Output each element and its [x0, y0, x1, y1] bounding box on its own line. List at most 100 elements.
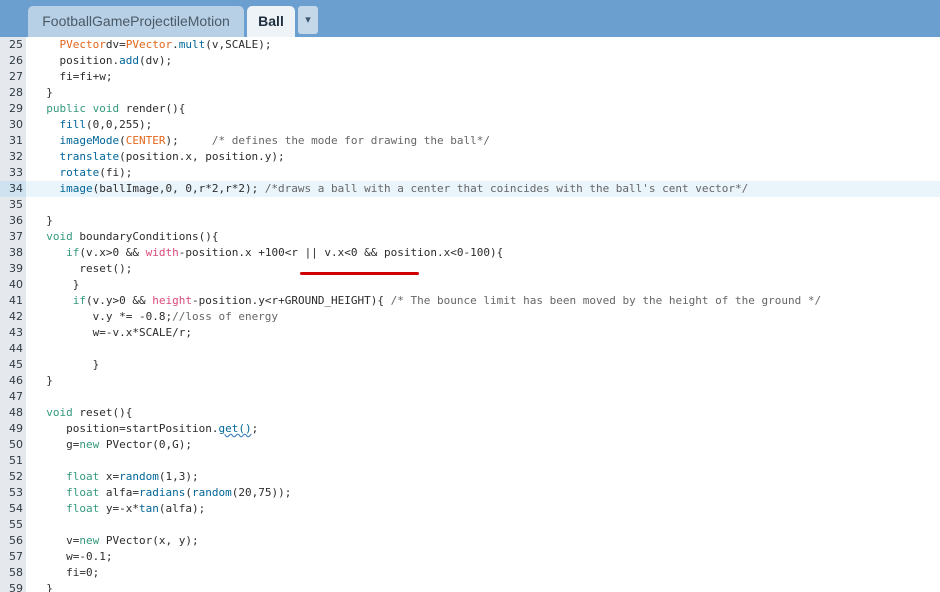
code-line[interactable]: 59 }: [0, 581, 940, 592]
code-line[interactable]: 55: [0, 517, 940, 533]
code-token: }: [46, 374, 53, 387]
code-line[interactable]: 33 rotate(fi);: [0, 165, 940, 181]
code-line[interactable]: 35: [0, 197, 940, 213]
code-line[interactable]: 53 float alfa=radians(random(20,75));: [0, 485, 940, 501]
line-number: 44: [9, 342, 23, 355]
code-token: image: [59, 182, 93, 195]
code-line[interactable]: 56 v=new PVector(x, y);: [0, 533, 940, 549]
code-token: void: [46, 230, 73, 243]
code-text: if(v.x>0 && width-position.x +100<r || v…: [33, 245, 503, 261]
line-number: 31: [9, 134, 23, 147]
code-token: float: [66, 502, 100, 515]
code-token: x=: [99, 470, 120, 483]
code-text: translate(position.x, position.y);: [33, 149, 285, 165]
code-text: w=-v.x*SCALE/r;: [33, 325, 192, 341]
code-line[interactable]: 41 if(v.y>0 && height-position.y<r+GROUN…: [0, 293, 940, 309]
code-token: random: [119, 470, 159, 483]
line-number: 35: [9, 198, 23, 211]
code-token: if: [72, 294, 86, 307]
code-token: position.: [59, 54, 120, 67]
code-line[interactable]: 47: [0, 389, 940, 405]
code-token: new: [79, 534, 100, 547]
code-token: boundaryConditions(){: [72, 230, 219, 243]
code-token: dv=: [105, 38, 126, 51]
code-text: }: [33, 277, 80, 293]
code-text: fill(0,0,255);: [33, 117, 153, 133]
code-line[interactable]: 48 void reset(){: [0, 405, 940, 421]
code-token: rotate: [59, 166, 100, 179]
code-token: PVector: [125, 38, 173, 51]
code-text: float alfa=radians(random(20,75));: [33, 485, 291, 501]
code-token: }: [72, 278, 80, 291]
code-token: (v.y>0 &&: [86, 294, 153, 307]
code-text: position.add(dv);: [33, 53, 173, 69]
code-token: void: [46, 406, 73, 419]
tab-ball[interactable]: Ball: [247, 6, 295, 37]
code-line[interactable]: 50 g=new PVector(0,G);: [0, 437, 940, 453]
code-line[interactable]: 38 if(v.x>0 && width-position.x +100<r |…: [0, 245, 940, 261]
code-line[interactable]: 36 }: [0, 213, 940, 229]
code-token: (0,0,255);: [86, 118, 153, 131]
code-line[interactable]: 25 PVectordv=PVector.mult(v,SCALE);: [0, 37, 940, 53]
code-line[interactable]: 49 position=startPosition.get();: [0, 421, 940, 437]
code-token: }: [92, 358, 100, 371]
code-token: y=-x*: [99, 502, 139, 515]
code-line[interactable]: 52 float x=random(1,3);: [0, 469, 940, 485]
code-line[interactable]: 37 void boundaryConditions(){: [0, 229, 940, 245]
code-text: v.y *= -0.8;//loss of energy: [33, 309, 278, 325]
code-token: add: [119, 54, 139, 67]
code-editor[interactable]: 25 PVectordv=PVector.mult(v,SCALE); 26 po…: [0, 37, 940, 592]
code-line[interactable]: 40 }: [0, 277, 940, 293]
code-token: render(){: [119, 102, 186, 115]
code-line[interactable]: 54 float y=-x*tan(alfa);: [0, 501, 940, 517]
tab-footballgameprojectilemotion[interactable]: FootballGameProjectileMotion: [28, 6, 244, 37]
code-line[interactable]: 31 imageMode(CENTER); /* defines the mod…: [0, 133, 940, 149]
line-number: 27: [9, 70, 23, 83]
code-line[interactable]: 26 position.add(dv);: [0, 53, 940, 69]
code-line[interactable]: 44: [0, 341, 940, 357]
code-token: //loss of energy: [172, 310, 279, 323]
code-line[interactable]: 34 image(ballImage,0, 0,r*2,r*2); /*draw…: [0, 181, 940, 197]
code-token: w=-0.1;: [66, 550, 113, 563]
code-line[interactable]: 32 translate(position.x, position.y);: [0, 149, 940, 165]
code-text: imageMode(CENTER); /* defines the mode f…: [33, 133, 491, 149]
code-line[interactable]: 28 }: [0, 85, 940, 101]
code-line[interactable]: 42 v.y *= -0.8;//loss of energy: [0, 309, 940, 325]
code-token: translate: [59, 150, 120, 163]
line-number: 43: [9, 326, 23, 339]
code-text: float x=random(1,3);: [33, 469, 199, 485]
line-number: 42: [9, 310, 23, 323]
code-line[interactable]: 51: [0, 453, 940, 469]
code-text: fi=0;: [33, 565, 99, 581]
code-token: }: [46, 86, 53, 99]
code-token: v=: [66, 534, 80, 547]
code-line[interactable]: 58 fi=0;: [0, 565, 940, 581]
tab-menu-dropdown-icon[interactable]: ▾: [298, 6, 318, 34]
code-line[interactable]: 27 fi=fi+w;: [0, 69, 940, 85]
code-token: height: [152, 294, 192, 307]
line-number: 49: [9, 422, 23, 435]
code-line[interactable]: 46 }: [0, 373, 940, 389]
tab-bar: FootballGameProjectileMotion Ball ▾: [0, 0, 940, 37]
code-token: -position.y<r+GROUND_HEIGHT){: [191, 294, 391, 307]
code-token: (v,SCALE);: [205, 38, 272, 51]
code-text: rotate(fi);: [33, 165, 133, 181]
code-line[interactable]: 30 fill(0,0,255);: [0, 117, 940, 133]
code-line[interactable]: 43 w=-v.x*SCALE/r;: [0, 325, 940, 341]
code-line[interactable]: 29 public void render(){: [0, 101, 940, 117]
code-line[interactable]: 57 w=-0.1;: [0, 549, 940, 565]
code-line[interactable]: 39 reset();: [0, 261, 940, 277]
code-text: position=startPosition.get();: [33, 421, 258, 437]
code-line[interactable]: 45 }: [0, 357, 940, 373]
